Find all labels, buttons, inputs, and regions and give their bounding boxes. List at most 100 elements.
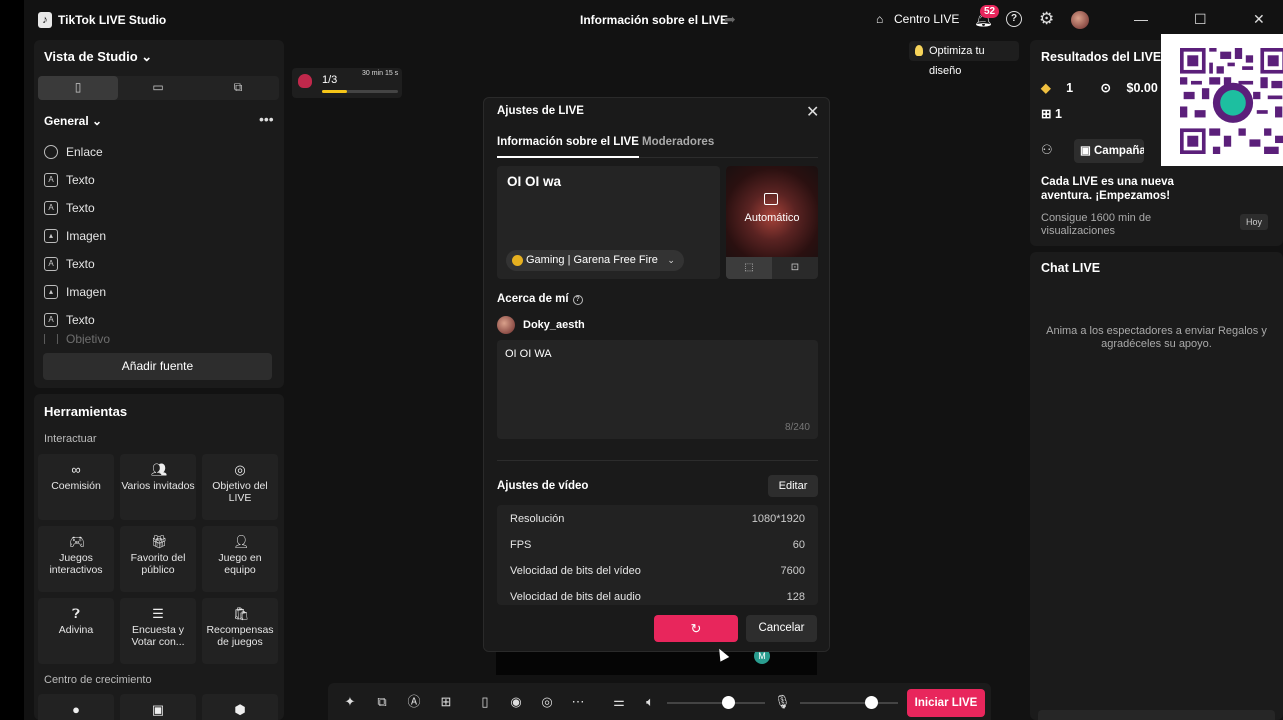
- record-icon[interactable]: ◉: [508, 694, 524, 710]
- tool-interactive-games[interactable]: 🎮︎ Juegos interactivos: [38, 526, 114, 592]
- volume-slider[interactable]: [667, 696, 765, 709]
- chat-input[interactable]: [1038, 710, 1275, 720]
- scene-dropdown[interactable]: General ⌄: [44, 114, 102, 128]
- tool-audience-favorite[interactable]: 🎁︎ Favorito del público: [120, 526, 196, 592]
- more-icon[interactable]: ⋯: [570, 694, 586, 710]
- tool-game-rewards[interactable]: 🛍︎ Recompensas de juegos: [202, 598, 278, 664]
- tool-multi-guest[interactable]: 👥︎ Varios invitados: [120, 454, 196, 520]
- magic-wand-icon[interactable]: ✦: [342, 694, 358, 710]
- dual-layout-toggle[interactable]: ⧉: [198, 76, 278, 100]
- more-options-icon[interactable]: •••: [259, 111, 274, 127]
- source-label: Texto: [66, 201, 95, 215]
- tool-growth-1[interactable]: ●: [38, 694, 114, 720]
- tool-poll[interactable]: ☰ Encuesta y Votar con...: [120, 598, 196, 664]
- mic-slider-knob[interactable]: [864, 696, 878, 709]
- live-title-field[interactable]: OI OI wa Gaming | Garena Free Fire ⌄: [497, 166, 720, 279]
- source-item[interactable]: A Texto: [44, 166, 110, 194]
- modal-title: Ajustes de LIVE: [497, 105, 584, 117]
- camera-target-icon[interactable]: ◎: [539, 694, 555, 710]
- tool-team-game[interactable]: 👤︎ Juego en equipo: [202, 526, 278, 592]
- setting-key: FPS: [510, 539, 532, 551]
- avatar[interactable]: [1071, 11, 1089, 29]
- close-icon[interactable]: ✕: [806, 102, 819, 122]
- source-item[interactable]: ▴ Imagen: [44, 278, 110, 306]
- tool-growth-3[interactable]: ⬢: [202, 694, 278, 720]
- start-live-button[interactable]: Iniciar LIVE: [907, 689, 985, 717]
- team-icon: 👤︎: [233, 534, 250, 549]
- lightbulb-icon: [915, 45, 923, 56]
- tool-label: Coemisión: [51, 480, 101, 492]
- category-label: Gaming | Garena Free Fire: [526, 254, 658, 266]
- studio-view-label: Vista de Studio: [44, 49, 138, 64]
- app-window: ♪ TikTok LIVE Studio Información sobre e…: [24, 0, 1283, 720]
- source-item[interactable]: Objetivo: [44, 334, 110, 344]
- speaker-icon[interactable]: 🔈︎: [642, 694, 658, 710]
- studio-view-dropdown[interactable]: Vista de Studio ⌄: [44, 49, 152, 65]
- add-source-button[interactable]: Añadir fuente: [43, 353, 272, 380]
- tab-moderators[interactable]: Moderadores: [642, 136, 714, 158]
- tool-guess[interactable]: ❓︎ Adivina: [38, 598, 114, 664]
- gear-icon[interactable]: ⚙: [1039, 9, 1054, 29]
- centro-live-label: Centro LIVE: [894, 12, 960, 26]
- growth-icon: ●: [72, 702, 80, 717]
- bio-textarea[interactable]: OI OI WA 8/240: [497, 340, 818, 439]
- settings-sliders-icon[interactable]: ⚌: [611, 694, 627, 710]
- growth-icon: ▣: [151, 702, 165, 717]
- tab-live-info[interactable]: Información sobre el LIVE: [497, 136, 639, 158]
- text-icon: A: [44, 201, 58, 215]
- table-row: Resolución 1080*1920: [497, 505, 818, 531]
- cover-image-picker[interactable]: Automático ⬚ ⊡: [726, 166, 818, 279]
- modal-tabs: Información sobre el LIVE Moderadores: [497, 136, 818, 158]
- tool-growth-2[interactable]: ▣: [120, 694, 196, 720]
- game-icon: [512, 255, 523, 266]
- save-loading-button[interactable]: ↻: [654, 615, 738, 642]
- info-icon[interactable]: ?: [572, 295, 583, 305]
- tool-label: Adivina: [58, 624, 94, 636]
- source-item[interactable]: A Texto: [44, 194, 110, 222]
- mobile-icon[interactable]: ▯: [477, 694, 493, 710]
- user-add-icon[interactable]: ⚇: [1041, 142, 1053, 157]
- maximize-icon[interactable]: ☐: [1194, 11, 1207, 28]
- screen-add-icon[interactable]: ⊞: [438, 694, 454, 710]
- source-item[interactable]: ▴ Imagen: [44, 222, 110, 250]
- image-edit-icon[interactable]: ⧉: [374, 694, 390, 710]
- portrait-toggle[interactable]: ▯: [38, 76, 118, 100]
- chevron-down-icon: ⌄: [141, 49, 153, 64]
- source-item[interactable]: A Texto: [44, 306, 110, 334]
- cancel-button[interactable]: Cancelar: [746, 615, 817, 642]
- gift-goal-widget[interactable]: 1/3 30 min 15 s: [292, 68, 402, 98]
- title-bar: ♪ TikTok LIVE Studio Información sobre e…: [24, 0, 1283, 40]
- results-title: Resultados del LIVE: [1041, 50, 1162, 64]
- upload-image-icon[interactable]: ⊡: [772, 257, 818, 279]
- tool-label: Recompensas de juegos: [206, 624, 274, 648]
- gift-icon: 🎁︎: [151, 534, 168, 549]
- window-center-title: Información sobre el LIVE: [580, 13, 729, 27]
- centro-live-button[interactable]: ⌂ Centro LIVE: [876, 12, 959, 26]
- minimize-icon[interactable]: —: [1134, 11, 1148, 27]
- source-item[interactable]: Enlace: [44, 138, 110, 166]
- tool-live-goal[interactable]: ◎ Objetivo del LIVE: [202, 454, 278, 520]
- ai-icon[interactable]: Ⓐ: [406, 694, 422, 710]
- help-icon[interactable]: ?: [1006, 11, 1022, 27]
- optimize-layout-button[interactable]: Optimiza tu diseño: [909, 41, 1019, 77]
- campaign-label: Campañas: [1094, 145, 1144, 157]
- tiktok-logo-icon: ♪: [38, 12, 52, 28]
- share-icon[interactable]: ➦: [724, 11, 736, 28]
- close-window-icon[interactable]: ✕: [1253, 11, 1265, 28]
- edit-video-settings-button[interactable]: Editar: [768, 475, 818, 497]
- tool-label: Favorito del público: [130, 552, 186, 576]
- campaign-button[interactable]: ▣Campañas: [1074, 139, 1144, 163]
- microphone-icon[interactable]: 🎙︎: [774, 694, 791, 710]
- bio-char-count: 8/240: [784, 422, 810, 433]
- tools-title: Herramientas: [44, 404, 128, 419]
- category-dropdown[interactable]: Gaming | Garena Free Fire ⌄: [506, 250, 684, 271]
- tool-cohost[interactable]: ∞ Coemisión: [38, 454, 114, 520]
- volume-slider-knob[interactable]: [721, 696, 735, 709]
- bottom-toolbar: ✦ ⧉ Ⓐ ⊞ ▯ ◉ ◎ ⋯ ⚌ 🔈︎ 🎙︎ Iniciar LIVE: [328, 683, 991, 720]
- source-item[interactable]: A Texto: [44, 250, 110, 278]
- landscape-toggle[interactable]: ▭: [118, 76, 198, 100]
- chat-empty-message: Anima a los espectadores a enviar Regalo…: [1046, 325, 1267, 350]
- text-icon: A: [44, 173, 58, 187]
- mic-slider[interactable]: [800, 696, 898, 709]
- auto-cover-icon[interactable]: ⬚: [726, 257, 772, 279]
